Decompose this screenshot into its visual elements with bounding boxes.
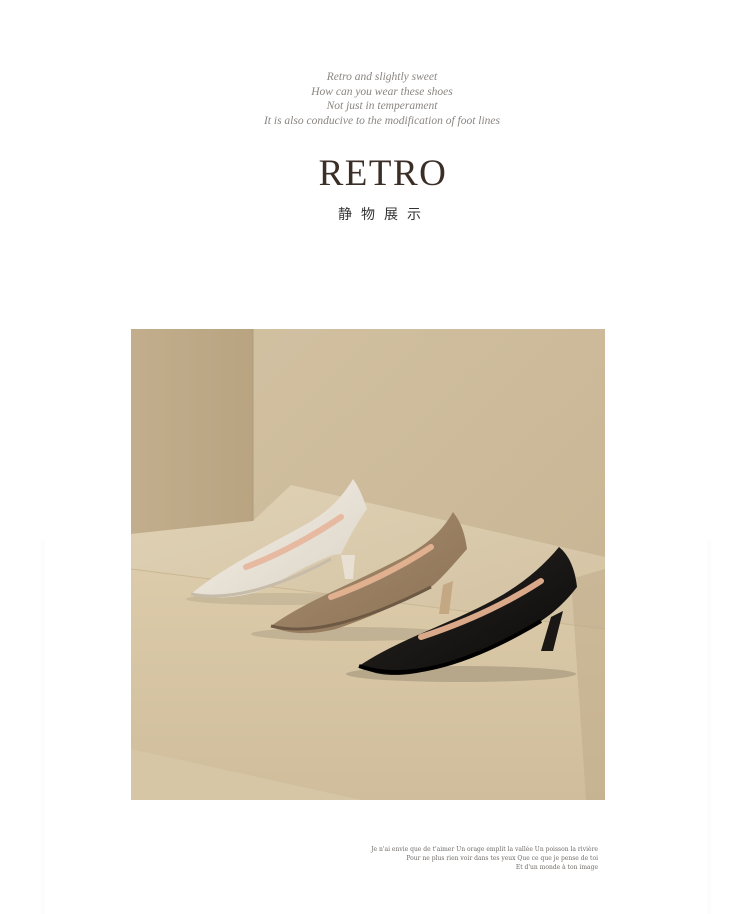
footer-line-2: Pour ne plus rien voir dans tes yeux Que… [406, 855, 598, 862]
intro-line-2: How can you wear these shoes [311, 85, 453, 98]
footer-poem: Je n'ai envie que de t'aimer Un orage em… [371, 845, 598, 872]
intro-line-4: It is also conducive to the modification… [263, 114, 501, 127]
intro-poem: Retro and slightly sweet How can you wea… [0, 70, 750, 128]
footer-line-3: Et d'un monde à ton image [515, 864, 598, 871]
left-edge-shade [40, 540, 46, 914]
footer-line-1: Je n'ai envie que de t'aimer Un orage em… [371, 846, 598, 853]
intro-line-3: Not just in temperament [326, 100, 438, 113]
intro-line-1: Retro and slightly sweet [326, 71, 438, 83]
still-life-illustration [131, 329, 605, 800]
right-edge-shade [706, 540, 712, 914]
product-photo [131, 329, 605, 800]
page-subtitle: 静物展示 [338, 207, 430, 223]
page-title: RETRO [318, 153, 448, 194]
